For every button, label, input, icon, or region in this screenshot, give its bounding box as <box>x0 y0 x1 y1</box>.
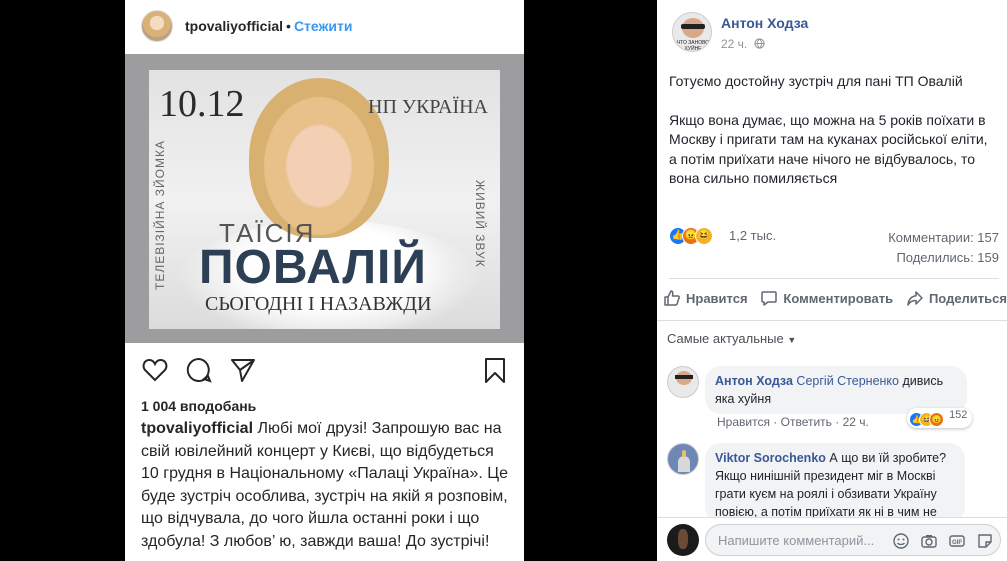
poster-date: 10.12 <box>159 83 245 125</box>
fb-action-bar: Нравится Комментировать Поделиться <box>663 284 1007 312</box>
fb-post-time: 22 ч. <box>721 37 765 51</box>
fb-sort-label: Самые актуальные <box>667 331 784 346</box>
comment-reply-link[interactable]: Ответить <box>781 415 832 429</box>
fb-comment-composer: Напишите комментарий... GIF <box>657 517 1007 561</box>
fb-comment-sort-dropdown[interactable]: Самые актуальные ▼ <box>667 331 796 346</box>
comment-bubble: Viktor Sorochenko А що ви їй зробите? Як… <box>705 443 965 517</box>
fb-time-text[interactable]: 22 ч. <box>721 37 747 51</box>
instagram-post: tpovaliyofficial • Стежити 10.12 НП УКРА… <box>125 0 524 561</box>
poster-left-vertical: ТЕЛЕВІЗІЙНА ЗЙОМКА <box>153 140 167 290</box>
camera-icon[interactable] <box>920 532 938 550</box>
comment-reactions[interactable]: 👍😆😠 152 <box>907 408 973 428</box>
heart-icon[interactable] <box>141 356 169 384</box>
poster-right-vertical: ЖИВИЙ ЗВУК <box>473 180 487 268</box>
current-user-avatar <box>667 524 699 556</box>
ig-caption-text: Любі мої друзі! Запрошую вас на свій юві… <box>141 420 508 550</box>
fb-like-label: Нравится <box>686 290 748 306</box>
fb-comment: Viktor Sorochenko А що ви їй зробите? Як… <box>667 443 1007 517</box>
divider <box>669 278 999 279</box>
globe-icon <box>753 38 765 49</box>
comment-avatar[interactable] <box>667 443 699 475</box>
fb-comments-count[interactable]: Комментарии: 157 <box>888 228 999 248</box>
poster-venue: НП УКРАЇНА <box>368 96 488 118</box>
comment-author[interactable]: Viktor Sorochenko <box>715 451 826 465</box>
ig-avatar[interactable] <box>141 10 173 42</box>
thumbs-up-icon <box>664 290 680 306</box>
ig-likes-count[interactable]: 1 004 вподобань <box>141 398 256 414</box>
comment-bubble-icon <box>761 291 778 306</box>
fb-comment-button[interactable]: Комментировать <box>760 284 893 312</box>
chevron-down-icon: ▼ <box>787 335 797 345</box>
avatar-glasses <box>681 24 705 29</box>
comment-icon[interactable] <box>185 356 213 384</box>
comment-bubble: Антон Ходза Сергій Стерненко дивись яка … <box>705 366 967 414</box>
angry-reaction-icon: 😠 <box>929 412 944 427</box>
comment-input[interactable]: Напишите комментарий... GIF <box>705 524 1001 556</box>
ig-username[interactable]: tpovaliyofficial <box>185 18 283 34</box>
fb-comment: Антон Ходза Сергій Стерненко дивись яка … <box>667 366 1007 436</box>
ig-action-bar <box>125 352 524 388</box>
emoji-icon[interactable] <box>892 532 910 550</box>
fb-comment-label: Комментировать <box>783 290 894 306</box>
fb-post-paragraph-1: Готуємо достойну зустріч для пані ТП Ова… <box>669 73 963 89</box>
poster-tagline: СЬОГОДНІ І НАЗАВЖДИ <box>205 293 432 315</box>
comment-like-link[interactable]: Нравится <box>717 415 770 429</box>
avatar-caption: ЧТО ЗАНОВО ХУЙНЕ <box>676 40 710 52</box>
bookmark-icon[interactable] <box>481 356 509 384</box>
fb-share-button[interactable]: Поделиться <box>906 284 1007 312</box>
comment-meta: Нравится · Ответить · 22 ч. <box>717 415 869 429</box>
fb-reactions-count[interactable]: 1,2 тыс. <box>729 228 776 243</box>
fb-like-button[interactable]: Нравится <box>663 284 748 312</box>
screenshot-root: tpovaliyofficial • Стежити 10.12 НП УКРА… <box>0 0 1007 561</box>
fb-post-text: Готуємо достойну зустріч для пані ТП Ова… <box>669 72 999 189</box>
comment-reaction-count: 152 <box>949 409 968 421</box>
ig-follow-button[interactable]: Стежити <box>294 18 353 34</box>
ig-header: tpovaliyofficial • Стежити <box>125 0 524 52</box>
share-arrow-icon <box>907 291 923 306</box>
comment-avatar[interactable] <box>667 366 699 398</box>
ig-photo[interactable]: 10.12 НП УКРАЇНА ТЕЛЕВІЗІЙНА ЗЙОМКА ЖИВИ… <box>125 54 524 343</box>
fb-author-avatar[interactable]: ЧТО ЗАНОВО ХУЙНЕ <box>672 12 712 52</box>
fb-shares-count[interactable]: Поделились: 159 <box>888 248 999 268</box>
divider <box>657 320 1007 321</box>
fb-author-name[interactable]: Антон Ходза <box>721 15 808 31</box>
gif-icon[interactable]: GIF <box>948 532 966 550</box>
ig-separator: • <box>286 18 291 34</box>
comment-time[interactable]: 22 ч. <box>843 415 869 429</box>
ig-caption-username[interactable]: tpovaliyofficial <box>141 420 253 437</box>
fb-post-paragraph-2: Якщо вона думає, що можна на 5 років пої… <box>669 111 988 187</box>
poster-last-name: ПОВАЛІЙ <box>199 241 427 294</box>
facebook-post: ЧТО ЗАНОВО ХУЙНЕ Антон Ходза 22 ч. Готує… <box>657 0 1007 561</box>
comment-input-placeholder: Напишите комментарий... <box>718 533 875 548</box>
sticker-icon[interactable] <box>976 532 994 550</box>
comment-author[interactable]: Антон Ходза <box>715 374 793 388</box>
ig-caption: tpovaliyofficial Любі мої друзі! Запрошу… <box>141 418 511 553</box>
fb-post-stats: Комментарии: 157 Поделились: 159 <box>888 228 999 268</box>
concert-poster: 10.12 НП УКРАЇНА ТЕЛЕВІЗІЙНА ЗЙОМКА ЖИВИ… <box>149 70 500 329</box>
fb-share-label: Поделиться <box>928 290 1007 306</box>
haha-reaction-icon: 😆 <box>695 227 713 245</box>
svg-text:GIF: GIF <box>952 540 962 546</box>
share-icon[interactable] <box>229 356 257 384</box>
comment-mention[interactable]: Сергій Стерненко <box>796 374 899 388</box>
